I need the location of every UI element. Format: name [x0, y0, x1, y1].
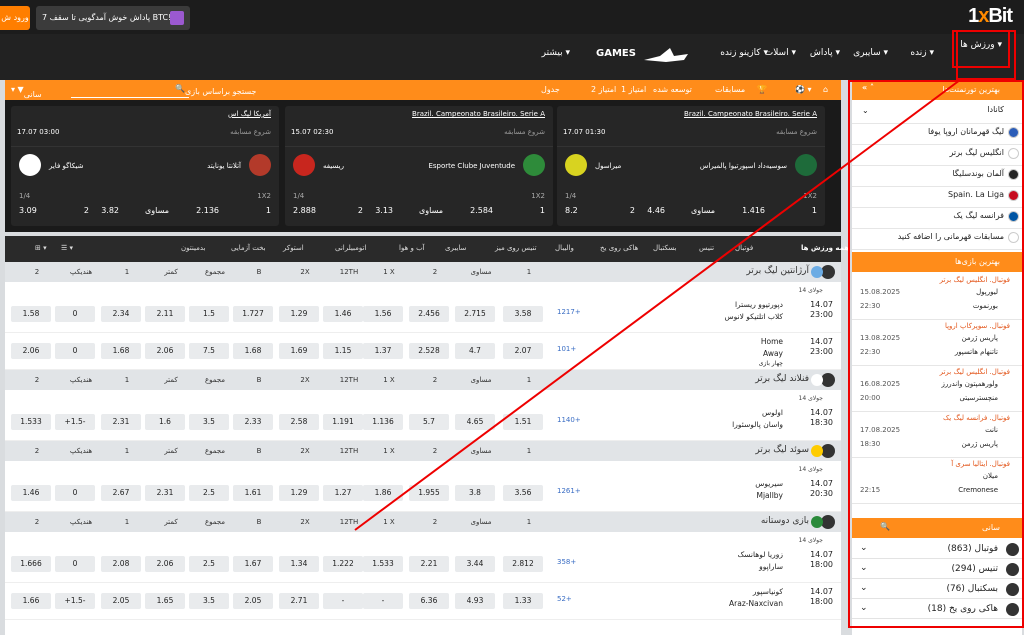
annotation-arrow-icon [354, 79, 961, 531]
